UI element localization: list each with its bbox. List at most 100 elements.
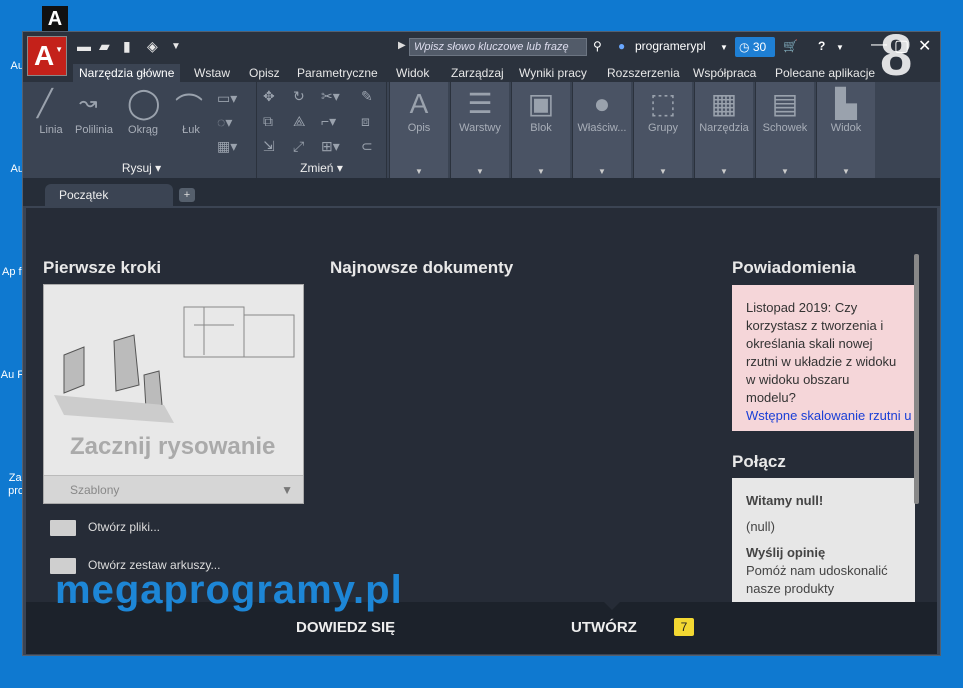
scale-icon[interactable]: ⤢ bbox=[293, 138, 304, 155]
document-tabs: Początek + bbox=[23, 178, 940, 206]
arc-label[interactable]: Łuk bbox=[171, 124, 211, 136]
copy-icon[interactable]: ⧉ bbox=[263, 113, 273, 130]
desktop-icon-label[interactable]: Zai pro bbox=[0, 472, 24, 500]
annotate-panel-button[interactable]: A Opis ▼ bbox=[389, 82, 448, 178]
plot-icon[interactable]: ◈ bbox=[147, 38, 158, 55]
new-file-icon[interactable]: ▬ bbox=[77, 38, 91, 54]
tab-home[interactable]: Narzędzia główne bbox=[73, 64, 181, 82]
autocad-window: ▬ ▰ ▮ ◈ ▼ ▶ Wpisz słowo kluczowe lub fra… bbox=[22, 31, 941, 656]
desktop-icon-label[interactable]: Au F bbox=[0, 369, 24, 397]
circle-icon[interactable]: ◯ bbox=[127, 86, 161, 121]
text-icon: A bbox=[409, 88, 429, 119]
line-label[interactable]: Linia bbox=[33, 124, 69, 136]
dropdown-arrow-icon: ▼ bbox=[415, 167, 423, 176]
timer-value: 30 bbox=[752, 40, 767, 54]
dropdown-arrow-icon: ▼ bbox=[781, 167, 789, 176]
draw-panel: ╱ ↝ ◯ ⌒ Linia Polilinia Okrąg Łuk ▭▾ ◌▾ … bbox=[27, 82, 257, 178]
clipboard-panel-button[interactable]: ▤ Schowek ▼ bbox=[755, 82, 814, 178]
stretch-icon[interactable]: ⇲ bbox=[263, 138, 275, 155]
polyline-label[interactable]: Polilinia bbox=[69, 124, 119, 136]
erase-icon[interactable]: ✎ bbox=[361, 88, 373, 105]
null-text: (null) bbox=[746, 519, 775, 534]
connect-card: Witamy null! (null) Wyślij opinię Pomóż … bbox=[732, 478, 915, 602]
application-menu-button[interactable]: A ▼ bbox=[27, 36, 67, 76]
fillet-icon[interactable]: ⌐▾ bbox=[321, 113, 336, 130]
desktop-icon-label[interactable]: Au bbox=[0, 60, 24, 73]
hatch-icon[interactable]: ◌▾ bbox=[217, 114, 232, 131]
send-feedback-link[interactable]: Wyślij opinię bbox=[746, 544, 901, 562]
open-files-link[interactable]: Otwórz pliki... bbox=[88, 520, 160, 534]
subscription-timer[interactable]: ◷ 30 bbox=[735, 37, 775, 57]
polyline-icon[interactable]: ↝ bbox=[79, 90, 97, 116]
layers-icon: ☰ bbox=[467, 88, 493, 119]
save-icon[interactable]: ▮ bbox=[123, 38, 131, 55]
dropdown-arrow-icon: ▼ bbox=[842, 167, 850, 176]
draw-panel-label: Rysuj bbox=[121, 161, 152, 175]
cart-icon[interactable]: 🛒 bbox=[783, 39, 798, 53]
annotate-panel-label: Opis bbox=[407, 122, 431, 134]
help-dropdown-icon[interactable]: ▼ bbox=[836, 43, 844, 52]
tab-insert[interactable]: Wstaw bbox=[188, 64, 236, 82]
scrollbar[interactable] bbox=[914, 254, 919, 504]
start-drawing-card[interactable]: Zacznij rysowanie Szablony ▼ bbox=[43, 284, 304, 504]
explode-icon[interactable]: ⧈ bbox=[361, 113, 370, 130]
line-icon[interactable]: ╱ bbox=[37, 88, 53, 119]
offset-icon[interactable]: ⊂ bbox=[361, 138, 373, 155]
tab-manage[interactable]: Zarządzaj bbox=[445, 64, 510, 82]
binoculars-icon[interactable]: ⚲ bbox=[593, 39, 602, 53]
layers-panel-button[interactable]: ☰ Warstwy ▼ bbox=[450, 82, 509, 178]
tab-start[interactable]: Początek bbox=[45, 184, 173, 206]
array-icon[interactable]: ⊞▾ bbox=[321, 138, 340, 155]
desktop-icon-label[interactable]: Ap fi bbox=[0, 266, 24, 294]
notification-text: Listopad 2019: Czy korzystasz z tworzeni… bbox=[746, 300, 897, 405]
group-icon: ⬚ bbox=[649, 88, 677, 119]
draw-panel-title[interactable]: Rysuj ▾ bbox=[27, 161, 256, 175]
search-expand-icon[interactable]: ▶ bbox=[398, 40, 406, 51]
desktop-icon-label[interactable]: Au bbox=[0, 163, 24, 176]
mirror-icon[interactable]: ⟁ bbox=[293, 113, 306, 130]
new-tab-plus-icon[interactable]: + bbox=[179, 188, 195, 202]
table-icon[interactable]: ▦▾ bbox=[217, 138, 237, 155]
view-panel-label: Widok bbox=[830, 122, 862, 134]
create-tab[interactable]: UTWÓRZ bbox=[571, 619, 637, 636]
properties-icon: ● bbox=[593, 88, 611, 119]
groups-panel-button[interactable]: ⬚ Grupy ▼ bbox=[633, 82, 692, 178]
tab-annotate[interactable]: Opisz bbox=[243, 64, 286, 82]
help-icon[interactable]: ? bbox=[818, 39, 825, 53]
tab-parametric[interactable]: Parametryczne bbox=[291, 64, 384, 82]
tab-featured-apps[interactable]: Polecane aplikacje bbox=[769, 64, 881, 82]
rectangle-icon[interactable]: ▭▾ bbox=[217, 90, 237, 107]
templates-dropdown[interactable]: Szablony ▼ bbox=[44, 475, 303, 503]
search-input[interactable]: Wpisz słowo kluczowe lub frazę bbox=[409, 38, 587, 56]
trim-icon[interactable]: ✂▾ bbox=[321, 88, 340, 105]
logo-letter: A bbox=[34, 40, 55, 71]
arc-icon[interactable]: ⌒ bbox=[175, 86, 203, 126]
notification-link[interactable]: Wstępne skalowanie rzutni u bbox=[746, 408, 911, 423]
learn-tab[interactable]: DOWIEDZ SIĘ bbox=[296, 619, 395, 636]
ribbon-tabs: Narzędzia główne Wstaw Opisz Parametrycz… bbox=[23, 62, 940, 82]
block-panel-button[interactable]: ▣ Blok ▼ bbox=[511, 82, 570, 178]
utilities-panel-button[interactable]: ▦ Narzędzia ▼ bbox=[694, 82, 753, 178]
groups-panel-label: Grupy bbox=[648, 122, 678, 134]
user-name[interactable]: programerypl bbox=[635, 39, 706, 53]
notification-card: Listopad 2019: Czy korzystasz z tworzeni… bbox=[732, 285, 915, 431]
tab-view[interactable]: Widok bbox=[390, 64, 435, 82]
ribbon-panel: ╱ ↝ ◯ ⌒ Linia Polilinia Okrąg Łuk ▭▾ ◌▾ … bbox=[23, 82, 940, 178]
utilities-panel-label: Narzędzia bbox=[699, 122, 749, 134]
rotate-icon[interactable]: ↻ bbox=[293, 88, 305, 105]
move-icon[interactable]: ✥ bbox=[263, 88, 275, 105]
tab-addins[interactable]: Rozszerzenia bbox=[601, 64, 686, 82]
user-dropdown-icon[interactable]: ▼ bbox=[720, 43, 728, 52]
properties-panel-button[interactable]: ● Właściw... ▼ bbox=[572, 82, 631, 178]
properties-panel-label: Właściw... bbox=[577, 122, 627, 134]
menu-dropdown-icon: ▼ bbox=[55, 45, 63, 54]
close-icon[interactable]: ✕ bbox=[918, 36, 931, 56]
tab-collaborate[interactable]: Współpraca bbox=[687, 64, 762, 82]
quick-access-dropdown-icon[interactable]: ▼ bbox=[171, 41, 181, 52]
modify-panel-title[interactable]: Zmień ▾ bbox=[257, 161, 386, 175]
notifications-heading: Powiadomienia bbox=[732, 258, 856, 277]
open-folder-icon[interactable]: ▰ bbox=[99, 38, 110, 55]
tab-output[interactable]: Wyniki pracy bbox=[513, 64, 593, 82]
view-panel-button[interactable]: ▙ Widok ▼ bbox=[816, 82, 875, 178]
circle-label[interactable]: Okrąg bbox=[123, 124, 163, 136]
